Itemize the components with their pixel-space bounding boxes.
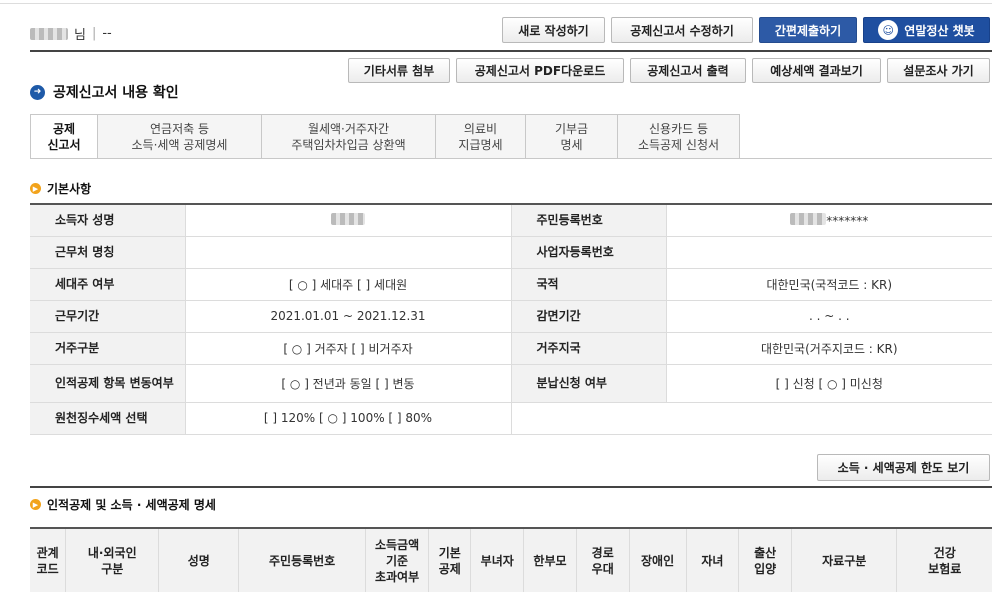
tab-medical[interactable]: 의료비 지급명세 [436,114,526,159]
user-info: 님 | -- [30,24,112,43]
label-work-period: 근무기간 [30,300,185,333]
chatbot-button[interactable]: ☺ 연말정산 챗봇 [863,17,990,43]
value-business-no [665,236,992,269]
label-residency: 거주구분 [30,332,185,365]
value-deduction-change: [ ○ ] 전년과 동일 [ ] 변동 [184,364,512,403]
user-suffix: 님 [74,28,86,43]
col-data-type: 자료구분 [791,528,898,592]
label-workplace: 근무처 명칭 [30,236,185,269]
bullet-icon: ▶ [30,183,41,194]
chatbot-label: 연말정산 챗봇 [904,23,975,38]
col-women: 부녀자 [470,528,525,592]
col-children: 자녀 [686,528,740,592]
label-name: 소득자 성명 [30,204,185,237]
tab-donation[interactable]: 기부금 명세 [526,114,618,159]
value-residency: [ ○ ] 거주자 [ ] 비거주자 [184,332,512,365]
label-installment: 분납신청 여부 [511,364,666,403]
deduction-title-text: 인적공제 및 소득 · 세액공제 명세 [47,498,216,512]
value-workplace [184,236,512,269]
col-health-insurance: 건강 보험료 [896,528,992,592]
deduction-title: ▶ 인적공제 및 소득 · 세액공제 명세 [30,496,216,513]
table-row: 거주구분 [ ○ ] 거주자 [ ] 비거주자 거주지국 대한민국(거주지코드 … [30,332,992,365]
basic-info-title-text: 기본사항 [47,182,92,196]
col-relation-code: 관계 코드 [30,528,67,592]
top-button-bar: 새로 작성하기 공제신고서 수정하기 간편제출하기 ☺ 연말정산 챗봇 [502,17,990,43]
simple-submit-button[interactable]: 간편제출하기 [759,17,857,43]
value-withholding: [ ] 120% [ ○ ] 100% [ ] 80% [184,402,512,435]
value-householder: [ ○ ] 세대주 [ ] 세대원 [184,268,512,301]
section-title-text: 공제신고서 내용 확인 [53,85,179,101]
table-row: 근무기간 2021.01.01 ~ 2021.12.31 감면기간 . . ~ … [30,300,992,333]
basic-info-title: ▶ 기본사항 [30,180,91,197]
action-button-bar: 기타서류 첨부 공제신고서 PDF다운로드 공제신고서 출력 예상세액 결과보기… [348,58,990,83]
arrow-right-icon: ➜ [30,84,45,100]
table-row: 소득자 성명 주민등록번호 ******* [30,204,992,237]
value-reduction-period: . . ~ . . [665,300,992,333]
label-withholding: 원천징수세액 선택 [30,402,185,435]
edit-report-button[interactable]: 공제신고서 수정하기 [611,17,753,43]
deduction-limit-button[interactable]: 소득 · 세액공제 한도 보기 [817,454,990,481]
chatbot-icon: ☺ [878,20,899,40]
col-senior: 경로 우대 [576,528,630,592]
user-separator: | [91,26,97,41]
col-income-threshold: 소득금액 기준 초과여부 [365,528,430,592]
masked-resident-no [790,212,827,225]
col-disabled: 장애인 [629,528,687,592]
col-birth-adoption: 출산 입양 [738,528,792,592]
value-nationality: 대한민국(국적코드 : KR) [665,268,992,301]
label-residence-country: 거주지국 [511,332,666,365]
bullet-icon: ▶ [30,499,41,510]
tab-pension[interactable]: 연금저축 등 소득·세액 공제명세 [98,114,262,159]
masked-name-value [331,212,365,225]
value-name [184,204,512,237]
col-resident-no: 주민등록번호 [238,528,366,592]
value-work-period: 2021.01.01 ~ 2021.12.31 [184,300,512,333]
user-value: -- [102,26,112,41]
table-header-row: 관계 코드 내·외국인 구분 성명 주민등록번호 소득금액 기준 초과여부 기본… [30,528,992,592]
basic-info-table: 소득자 성명 주민등록번호 ******* 근무처 명칭 사업자등록번호 세대주… [30,203,992,435]
label-business-no: 사업자등록번호 [511,236,666,269]
col-single-parent: 한부모 [523,528,577,592]
masked-name [30,27,68,40]
value-resident-no: ******* [665,204,992,237]
deduction-table: 관계 코드 내·외국인 구분 성명 주민등록번호 소득금액 기준 초과여부 기본… [30,527,992,592]
label-resident-no: 주민등록번호 [511,204,666,237]
table-row: 인적공제 항목 변동여부 [ ○ ] 전년과 동일 [ ] 변동 분납신청 여부… [30,364,992,403]
tab-underline [30,158,992,159]
attach-docs-button[interactable]: 기타서류 첨부 [348,58,450,83]
label-householder: 세대주 여부 [30,268,185,301]
tab-report[interactable]: 공제 신고서 [30,114,98,159]
label-nationality: 국적 [511,268,666,301]
header-divider [30,50,992,52]
label-reduction-period: 감면기간 [511,300,666,333]
section-divider [30,486,992,488]
pdf-download-button[interactable]: 공제신고서 PDF다운로드 [456,58,624,83]
tab-creditcard[interactable]: 신용카드 등 소득공제 신청서 [618,114,740,159]
section-title: ➜ 공제신고서 내용 확인 [30,82,179,102]
col-basic-deduction: 기본 공제 [428,528,472,592]
empty-cell [511,402,992,435]
table-row: 근무처 명칭 사업자등록번호 [30,236,992,269]
expected-tax-button[interactable]: 예상세액 결과보기 [752,58,881,83]
value-installment: [ ] 신청 [ ○ ] 미신청 [665,364,992,403]
table-row: 세대주 여부 [ ○ ] 세대주 [ ] 세대원 국적 대한민국(국적코드 : … [30,268,992,301]
top-border [0,0,992,4]
tab-rent[interactable]: 월세액·거주자간 주택임차차입금 상환액 [262,114,436,159]
survey-button[interactable]: 설문조사 가기 [887,58,990,83]
label-deduction-change: 인적공제 항목 변동여부 [30,364,185,403]
col-name: 성명 [158,528,240,592]
print-button[interactable]: 공제신고서 출력 [630,58,746,83]
new-write-button[interactable]: 새로 작성하기 [502,17,605,43]
col-nationality-type: 내·외국인 구분 [65,528,160,592]
tab-bar: 공제 신고서 연금저축 등 소득·세액 공제명세 월세액·거주자간 주택임차차입… [30,114,740,159]
table-row: 원천징수세액 선택 [ ] 120% [ ○ ] 100% [ ] 80% [30,402,992,435]
value-residence-country: 대한민국(거주지코드 : KR) [665,332,992,365]
